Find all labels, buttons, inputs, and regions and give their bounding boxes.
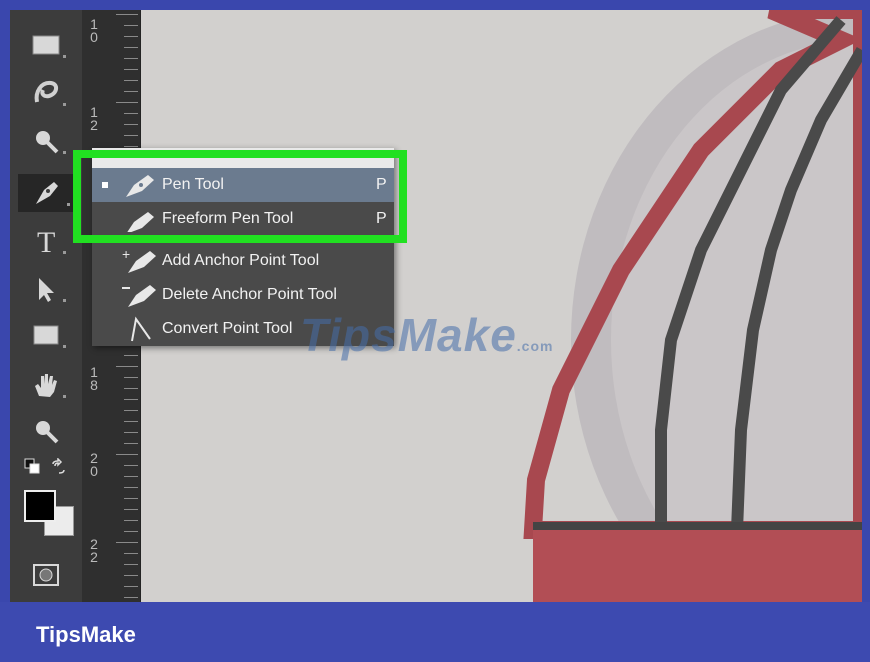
frame-right (862, 0, 870, 662)
hand-icon (35, 374, 57, 397)
ruler-tick (124, 135, 138, 136)
ruler-label: 1 2 (90, 104, 98, 133)
ruler-tick (124, 80, 138, 81)
swap-colors-icon[interactable] (50, 457, 68, 476)
tools-panel: T (10, 10, 82, 602)
color-swatches-icon[interactable] (24, 490, 74, 536)
menu-item-label: Delete Anchor Point Tool (162, 286, 337, 303)
pen-icon (36, 182, 58, 204)
default-colors-icon[interactable] (24, 458, 40, 474)
lasso-tool[interactable] (20, 74, 72, 112)
menu-item-add-anchor-point-tool[interactable]: + Add Anchor Point Tool (92, 244, 394, 278)
ruler-tick (124, 443, 138, 444)
ruler-tick (124, 476, 138, 477)
path-selection-tool[interactable] (20, 270, 72, 308)
add-anchor-point-icon: + (122, 247, 156, 273)
ruler-tick (116, 14, 138, 15)
ruler-tick (124, 91, 138, 92)
ruler-tick (124, 58, 138, 59)
ruler-tick (124, 531, 138, 532)
quick-mask-icon (33, 564, 59, 586)
svg-text:+: + (122, 247, 130, 262)
quick-mask-tool[interactable] (20, 556, 72, 594)
ruler-label: 2 2 (90, 536, 98, 565)
marquee-icon (32, 35, 60, 55)
watermark-text: TipsMake (300, 309, 517, 361)
ruler-tick (124, 47, 138, 48)
frame-left (0, 0, 10, 662)
frame-top (0, 0, 870, 10)
ruler-tick (124, 113, 138, 114)
ruler-tick (124, 124, 138, 125)
ruler-tick (124, 69, 138, 70)
zoom-icon (36, 421, 59, 444)
spot-healing-tool[interactable] (20, 122, 72, 160)
ruler-label: 2 0 (90, 450, 98, 479)
ruler-tick (124, 487, 138, 488)
ruler-tick (124, 509, 138, 510)
ruler-tick (124, 388, 138, 389)
delete-anchor-point-icon (122, 285, 156, 307)
rectangle-icon (33, 325, 59, 345)
ruler-tick (124, 25, 138, 26)
ruler-tick (124, 377, 138, 378)
hand-tool[interactable] (20, 366, 72, 404)
ruler-tick (124, 146, 138, 147)
ruler-tick (124, 597, 138, 598)
ruler-tick (124, 399, 138, 400)
ruler-tick (124, 36, 138, 37)
ruler-tick (124, 410, 138, 411)
ruler-tick (124, 432, 138, 433)
ruler-tick (124, 465, 138, 466)
zoom-tool[interactable] (20, 412, 72, 450)
ruler-tick (116, 542, 138, 543)
svg-text:T: T (37, 226, 55, 256)
spot-healing-icon (36, 131, 59, 154)
ruler-tick (124, 564, 138, 565)
ruler-label: 1 0 (90, 16, 98, 45)
ruler-label: 1 8 (90, 364, 98, 393)
marquee-tool[interactable] (20, 26, 72, 64)
pen-tool[interactable] (18, 174, 76, 212)
ruler-tick (124, 575, 138, 576)
ruler-tick (124, 553, 138, 554)
foreground-color-swatch[interactable] (24, 490, 56, 522)
rectangle-tool[interactable] (20, 316, 72, 354)
watermark-suffix: .com (516, 338, 554, 354)
convert-point-icon (131, 316, 151, 342)
ruler-tick (116, 366, 138, 367)
ruler-tick (116, 454, 138, 455)
photoshop-screen: T 1 0 1 2 1 8 2 0 2 2 Pen Tool P Freefor… (10, 10, 862, 602)
lasso-icon (34, 80, 58, 103)
path-selection-icon (39, 278, 54, 302)
menu-item-label: Add Anchor Point Tool (162, 252, 320, 269)
ruler-tick (124, 520, 138, 521)
ruler-tick (124, 586, 138, 587)
type-icon: T (37, 226, 55, 256)
ruler-tick (116, 102, 138, 103)
footer-brand: TipsMake (36, 622, 136, 647)
type-tool[interactable]: T (20, 222, 72, 260)
green-highlight-box (73, 150, 407, 243)
menu-item-delete-anchor-point-tool[interactable]: Delete Anchor Point Tool (92, 278, 394, 312)
ruler-tick (124, 421, 138, 422)
watermark: TipsMake.com (300, 308, 553, 362)
ruler-tick (124, 355, 138, 356)
ruler-tick (124, 498, 138, 499)
